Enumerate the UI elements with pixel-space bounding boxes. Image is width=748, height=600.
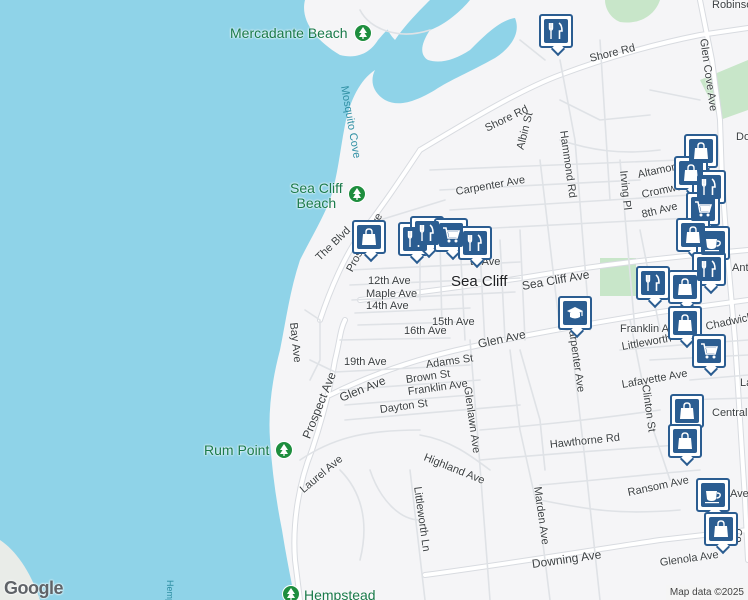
park-icon[interactable] bbox=[354, 24, 372, 42]
street-label: 19th Ave bbox=[344, 356, 387, 368]
shopping-icon bbox=[709, 517, 733, 541]
street-label: Robinson bbox=[712, 0, 748, 11]
park-icon[interactable] bbox=[348, 185, 366, 203]
restaurant-icon bbox=[544, 19, 568, 43]
school-icon bbox=[563, 301, 587, 325]
water-label: Hempstead bbox=[165, 580, 175, 600]
street-label: Central bbox=[712, 407, 748, 419]
shopping-icon bbox=[673, 429, 697, 453]
poi-marker-shopping[interactable] bbox=[668, 424, 702, 458]
poi-marker-shopping[interactable] bbox=[704, 512, 738, 546]
street-label: Ave bbox=[730, 488, 748, 500]
place-label-sea-cliff-beach[interactable]: Sea Cliff Beach bbox=[290, 181, 343, 211]
shopping-icon bbox=[357, 225, 381, 249]
map-attribution[interactable]: Map data ©2025 bbox=[665, 585, 748, 600]
poi-marker-shopping[interactable] bbox=[670, 394, 704, 428]
street-label: 16th Ave bbox=[404, 325, 447, 337]
street-label: Lay bbox=[740, 377, 748, 389]
shopping-cart-icon bbox=[439, 223, 463, 247]
cafe-icon bbox=[701, 231, 725, 255]
shopping-icon bbox=[673, 275, 697, 299]
poi-marker-shopping[interactable] bbox=[352, 220, 386, 254]
place-label-rum-point[interactable]: Rum Point bbox=[204, 443, 269, 458]
town-label: Sea Cliff bbox=[451, 273, 508, 290]
poi-marker-shopping-cart[interactable] bbox=[692, 334, 726, 368]
poi-marker-cafe[interactable] bbox=[696, 478, 730, 512]
restaurant-icon bbox=[641, 271, 665, 295]
park-icon[interactable] bbox=[282, 585, 300, 600]
poi-marker-restaurant[interactable] bbox=[539, 14, 573, 48]
restaurant-icon bbox=[463, 231, 487, 255]
street-label: Do bbox=[736, 131, 748, 143]
poi-marker-restaurant[interactable] bbox=[458, 226, 492, 260]
shopping-cart-icon bbox=[697, 339, 721, 363]
shopping-icon bbox=[675, 399, 699, 423]
restaurant-icon bbox=[415, 221, 439, 245]
place-label-mercadante-beach[interactable]: Mercadante Beach bbox=[230, 26, 348, 41]
shopping-icon bbox=[673, 311, 697, 335]
google-logo: Google bbox=[4, 578, 64, 598]
poi-marker-school[interactable] bbox=[558, 296, 592, 330]
street-label: Maple Ave bbox=[366, 288, 418, 300]
restaurant-icon bbox=[697, 257, 721, 281]
cafe-icon bbox=[701, 483, 725, 507]
shopping-icon bbox=[689, 139, 713, 163]
restaurant-icon bbox=[697, 175, 721, 199]
place-label-hempstead[interactable]: Hempstead bbox=[304, 588, 376, 600]
shopping-cart-icon bbox=[691, 197, 715, 221]
street-label: 14th Ave bbox=[366, 300, 409, 312]
poi-marker-restaurant[interactable] bbox=[636, 266, 670, 300]
street-label: Antin bbox=[732, 262, 748, 274]
map-canvas[interactable]: Mosquito Cove Hempstead Mercadante Beach… bbox=[0, 0, 748, 600]
street-label: 12th Ave bbox=[368, 275, 411, 287]
park-icon[interactable] bbox=[275, 441, 293, 459]
